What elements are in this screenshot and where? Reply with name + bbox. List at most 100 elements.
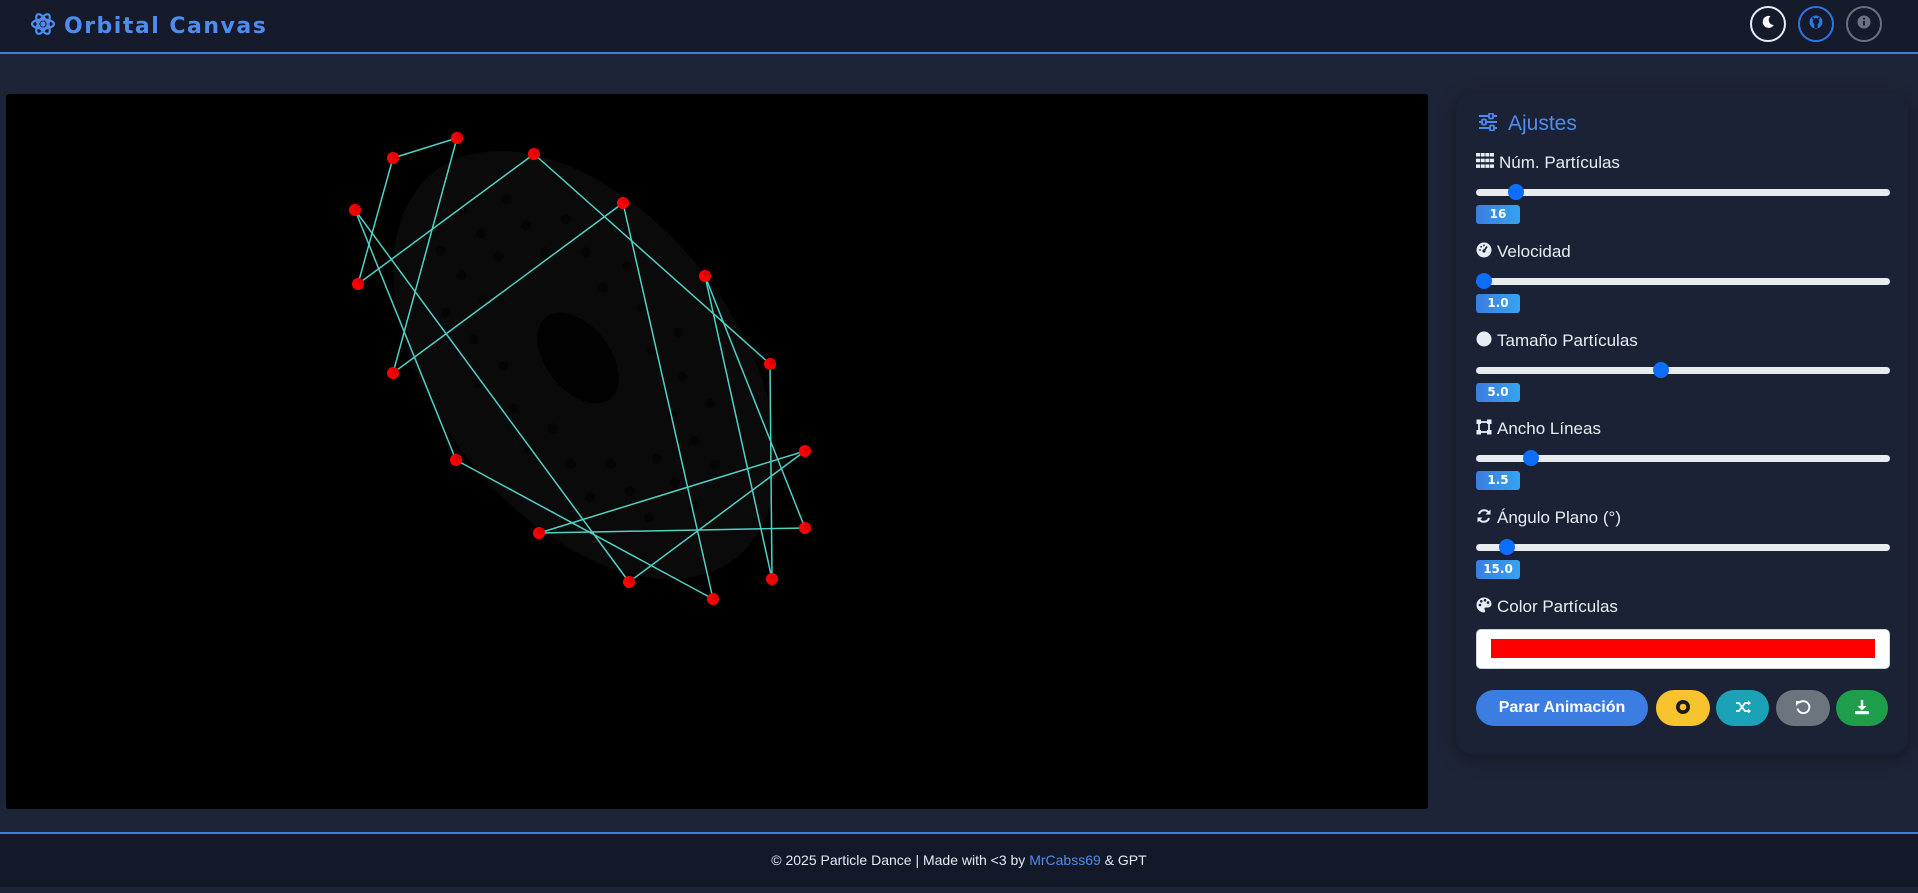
- trail-dot: [565, 458, 576, 469]
- speed-value: 1.0: [1476, 294, 1520, 313]
- particles-label: Núm. Partículas: [1499, 153, 1620, 172]
- trail-dot: [598, 282, 609, 293]
- gauge-icon: [1476, 242, 1492, 263]
- brand[interactable]: Orbital Canvas: [30, 11, 267, 42]
- plane-angle-control: Ángulo Plano (°) 15.0: [1476, 507, 1890, 579]
- plane-angle-label: Ángulo Plano (°): [1497, 508, 1621, 527]
- line-width-slider[interactable]: [1476, 450, 1890, 466]
- info-icon: [1856, 14, 1872, 35]
- particles-slider[interactable]: [1476, 184, 1890, 200]
- theme-toggle-button[interactable]: [1750, 6, 1786, 42]
- particle-trail: [703, 270, 711, 278]
- trail-dot: [547, 423, 558, 434]
- size-slider[interactable]: [1476, 362, 1890, 378]
- trail-dot: [652, 454, 662, 465]
- plane-angle-slider[interactable]: [1476, 539, 1890, 555]
- circle-icon: [1476, 331, 1492, 352]
- grid-icon: [1476, 153, 1494, 173]
- particle-trail: [532, 148, 540, 156]
- author-link[interactable]: MrCabss69: [1029, 852, 1101, 868]
- trail-dot: [643, 512, 654, 523]
- particle-trail: [356, 278, 364, 286]
- particle-trail: [454, 454, 462, 462]
- plane-angle-value: 15.0: [1476, 560, 1520, 579]
- trail-dot: [585, 492, 596, 502]
- settings-header: Ajustes: [1478, 112, 1577, 136]
- particle-trail: [627, 576, 635, 584]
- particle-trail: [768, 358, 776, 366]
- trail-dot: [673, 327, 684, 338]
- particle-trail: [353, 204, 361, 212]
- particles-slider-thumb[interactable]: [1507, 184, 1524, 200]
- app-header: Orbital Canvas: [0, 0, 1918, 54]
- size-value: 5.0: [1476, 383, 1520, 402]
- vector-square-icon: [1476, 419, 1492, 440]
- record-icon: [1675, 699, 1691, 718]
- particle-trail: [537, 527, 545, 535]
- github-button[interactable]: [1798, 6, 1834, 42]
- atom-icon: [30, 11, 56, 42]
- connection-line: [769, 363, 773, 580]
- shuffle-icon: [1735, 699, 1751, 718]
- particle-trail: [455, 132, 463, 140]
- trail-dot: [688, 500, 699, 511]
- trail-dot: [508, 403, 519, 414]
- trail-dot: [689, 435, 700, 446]
- particle-canvas[interactable]: [6, 94, 1428, 809]
- particle-color-picker[interactable]: [1476, 629, 1890, 669]
- github-icon: [1808, 14, 1824, 35]
- speed-label: Velocidad: [1497, 242, 1571, 261]
- download-icon: [1854, 699, 1870, 718]
- trail-dot: [498, 360, 509, 371]
- trail-dot: [670, 477, 681, 488]
- trail-dot: [677, 371, 688, 382]
- trail-dot: [624, 486, 635, 496]
- particle-trail: [621, 197, 629, 205]
- trail-dot: [705, 398, 715, 409]
- palette-icon: [1476, 597, 1492, 618]
- particle-trail: [391, 367, 399, 375]
- color-swatch: [1491, 639, 1875, 658]
- particle-trail: [803, 445, 811, 453]
- trail-dot: [435, 245, 446, 256]
- particle-trail: [711, 593, 719, 601]
- particles-control: Núm. Partículas 16: [1476, 152, 1890, 224]
- size-label: Tamaño Partículas: [1497, 331, 1638, 350]
- speed-slider-thumb[interactable]: [1476, 273, 1492, 289]
- speed-slider[interactable]: [1476, 273, 1890, 289]
- trail-dot: [441, 307, 451, 318]
- sliders-icon: [1478, 112, 1498, 136]
- size-control: Tamaño Partículas 5.0: [1476, 330, 1890, 402]
- line-width-slider-thumb[interactable]: [1522, 450, 1539, 466]
- line-width-label: Ancho Líneas: [1497, 419, 1601, 438]
- footer-text-after: & GPT: [1100, 852, 1147, 868]
- trail-dot: [494, 251, 504, 262]
- trail-dot: [521, 220, 532, 230]
- line-width-value: 1.5: [1476, 471, 1520, 490]
- shuffle-button[interactable]: [1716, 690, 1769, 726]
- stop-animation-button[interactable]: Parar Animación: [1476, 690, 1648, 726]
- size-slider-thumb[interactable]: [1653, 362, 1670, 378]
- line-width-control: Ancho Líneas 1.5: [1476, 418, 1890, 490]
- settings-title: Ajustes: [1508, 112, 1577, 135]
- moon-icon: [1760, 14, 1776, 35]
- info-button[interactable]: [1846, 6, 1882, 42]
- reset-button[interactable]: [1776, 690, 1830, 726]
- app-title: Orbital Canvas: [64, 14, 268, 39]
- trail-dot: [539, 247, 550, 258]
- settings-panel: Ajustes Núm. Partículas 16 Velocidad 1.0…: [1456, 94, 1908, 754]
- color-control: Color Partículas: [1476, 596, 1890, 669]
- trail-dot: [580, 247, 591, 258]
- particle-scene: [349, 132, 811, 605]
- trail-dot: [606, 458, 617, 469]
- trail-dot: [468, 334, 479, 345]
- trail-dot: [710, 460, 721, 471]
- app-footer: © 2025 Particle Dance | Made with <3 by …: [0, 832, 1918, 887]
- record-button[interactable]: [1656, 690, 1710, 726]
- color-label: Color Partículas: [1497, 597, 1618, 616]
- trail-dot: [622, 261, 632, 272]
- download-button[interactable]: [1836, 690, 1888, 726]
- plane-angle-slider-thumb[interactable]: [1498, 539, 1515, 555]
- particle-trail: [391, 152, 399, 160]
- trail-dot: [502, 193, 513, 204]
